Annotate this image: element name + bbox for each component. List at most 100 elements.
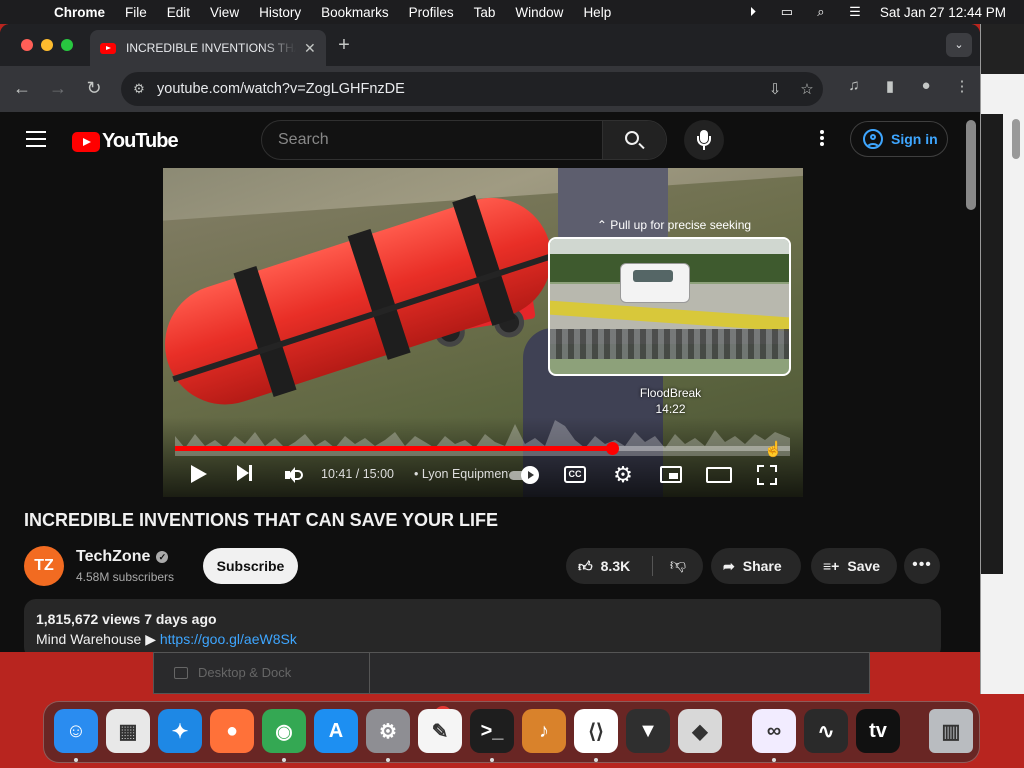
like-count: 8.3K (600, 558, 631, 574)
save-button[interactable]: ≡+ Save (811, 548, 897, 584)
thumbs-down-icon: 👎︎ (669, 557, 687, 574)
sign-in-button[interactable]: Sign in (850, 121, 948, 157)
channel-name-row[interactable]: TechZone ✓ (76, 548, 169, 566)
menu-window[interactable]: Window (505, 5, 573, 20)
tab-search-button[interactable]: ⌄ (946, 33, 972, 57)
menu-file[interactable]: File (115, 5, 157, 20)
theater-mode-icon[interactable] (706, 467, 732, 483)
chrome-icon[interactable]: ◉ (262, 709, 306, 753)
active-tab[interactable]: INCREDIBLE INVENTIONS THAT CAN SAVE YOUR… (90, 30, 326, 66)
launchpad-icon[interactable]: ▦ (106, 709, 150, 753)
youtube-favicon-icon (100, 42, 116, 54)
running-indicator (74, 758, 78, 762)
page-scrollbar[interactable] (966, 120, 976, 210)
app-store-icon[interactable]: A (314, 709, 358, 753)
next-video-icon[interactable] (237, 465, 252, 481)
video-player[interactable]: ⌃ Pull up for precise seeking FloodBreak… (163, 168, 803, 497)
safari-icon[interactable]: ✦ (158, 709, 202, 753)
apple-tv-icon[interactable]: tv (856, 709, 900, 753)
settings-gear-icon[interactable]: ⚙ (612, 464, 634, 486)
back-button[interactable]: ← (10, 78, 34, 99)
search-icon (625, 131, 639, 145)
control-center-icon[interactable]: ☰ (838, 4, 872, 20)
scrubber-handle[interactable] (605, 442, 619, 455)
channel-avatar[interactable]: TZ (24, 546, 64, 586)
forward-button[interactable]: → (46, 78, 70, 99)
miniplayer-icon[interactable] (660, 466, 682, 483)
play-icon[interactable] (191, 465, 207, 483)
youtube-logo[interactable]: YouTube (72, 130, 179, 153)
menu-view[interactable]: View (200, 5, 249, 20)
account-icon (863, 129, 883, 149)
hand-cursor-icon: ☝ (764, 441, 783, 458)
voice-search-button[interactable] (684, 120, 724, 160)
seek-hint: ⌃ Pull up for precise seeking (596, 218, 752, 232)
chrome-menu-icon[interactable]: ⋮ (944, 77, 980, 95)
install-app-icon[interactable]: ⇩ (759, 80, 791, 98)
share-arrow-icon: ➦ (723, 557, 735, 574)
url-text[interactable]: youtube.com/watch?v=ZogLGHFnzDE (157, 81, 759, 97)
more-actions-button[interactable]: ••• (904, 548, 940, 584)
zoom-window-button[interactable] (61, 39, 73, 51)
subscribe-button[interactable]: Subscribe (203, 548, 298, 584)
media-play-icon[interactable]: ⏵ (736, 4, 770, 20)
minimize-window-button[interactable] (41, 39, 53, 51)
description-line: Mind Warehouse ▶ https://goo.gl/aeW8Sk (36, 631, 929, 648)
menu-clock[interactable]: Sat Jan 27 12:44 PM (872, 5, 1024, 20)
menu-profiles[interactable]: Profiles (399, 5, 464, 20)
roblox-icon[interactable]: ◆ (678, 709, 722, 753)
running-indicator (772, 758, 776, 762)
search-box[interactable]: Search (261, 120, 667, 160)
spotlight-search-icon[interactable]: ⌕ (804, 4, 838, 20)
close-window-button[interactable] (21, 39, 33, 51)
tab-close-icon[interactable]: ✕ (304, 40, 316, 57)
menu-tab[interactable]: Tab (464, 5, 506, 20)
bookmark-star-icon[interactable]: ☆ (791, 80, 823, 98)
profile-icon[interactable]: ● (908, 77, 944, 95)
hamburger-menu-icon[interactable] (26, 131, 46, 152)
dislike-button[interactable]: 👎︎ (653, 548, 703, 584)
reload-button[interactable]: ↻ (82, 78, 106, 99)
menu-history[interactable]: History (249, 5, 311, 20)
menu-bookmarks[interactable]: Bookmarks (311, 5, 399, 20)
firefox-icon[interactable]: ● (210, 709, 254, 753)
new-tab-button[interactable]: + (334, 34, 354, 57)
menu-app-name[interactable]: Chrome (44, 5, 115, 20)
description-link[interactable]: https://goo.gl/aeW8Sk (160, 631, 297, 647)
thumbs-up-icon: 👍︎ (578, 557, 593, 574)
side-panel-icon[interactable]: ▮ (872, 77, 908, 95)
share-label: Share (742, 558, 782, 574)
address-bar[interactable]: ⚙ youtube.com/watch?v=ZogLGHFnzDE ⇩ ☆ (121, 72, 823, 106)
screen-mirroring-icon[interactable]: ▭ (770, 4, 804, 20)
search-input[interactable]: Search (278, 131, 329, 149)
subtitles-cc-icon[interactable]: CC (564, 466, 586, 483)
settings-more-icon[interactable] (814, 130, 830, 148)
vscode-icon[interactable]: ⟨⟩ (574, 709, 618, 753)
progress-played (175, 446, 612, 451)
chapter-title[interactable]: • Lyon Equipment (414, 467, 509, 481)
visual-studio-icon[interactable]: ∞ (752, 709, 796, 753)
textedit-icon[interactable]: ✎ (418, 709, 462, 753)
tuxedo-icon[interactable]: ▼ (626, 709, 670, 753)
finder-icon[interactable]: ☺ (54, 709, 98, 753)
activity-monitor-icon[interactable]: ∿ (804, 709, 848, 753)
terminal-icon[interactable]: >_ (470, 709, 514, 753)
subscriber-count: 4.58M subscribers (76, 570, 175, 584)
menu-help[interactable]: Help (573, 5, 621, 20)
trash-icon[interactable]: ▥ (929, 709, 973, 753)
site-info-icon[interactable]: ⚙ (121, 81, 157, 97)
channel-name[interactable]: TechZone (76, 548, 150, 566)
youtube-page: YouTube Search Sign in ⌃ Pull up for pre… (0, 112, 980, 652)
progress-bar[interactable] (175, 442, 790, 455)
volume-icon[interactable] (285, 467, 303, 483)
system-settings-icon[interactable]: ⚙ (366, 709, 410, 753)
fullscreen-icon[interactable] (757, 465, 777, 485)
media-controls-icon[interactable]: ♫ (836, 77, 872, 95)
like-button[interactable]: 👍︎ 8.3K (566, 548, 652, 584)
autoplay-toggle[interactable] (509, 466, 543, 484)
menu-edit[interactable]: Edit (157, 5, 200, 20)
description-box[interactable]: 1,815,672 views 7 days ago Mind Warehous… (24, 599, 941, 652)
share-button[interactable]: ➦ Share (711, 548, 801, 584)
search-button[interactable] (602, 121, 666, 159)
garageband-icon[interactable]: ♪ (522, 709, 566, 753)
